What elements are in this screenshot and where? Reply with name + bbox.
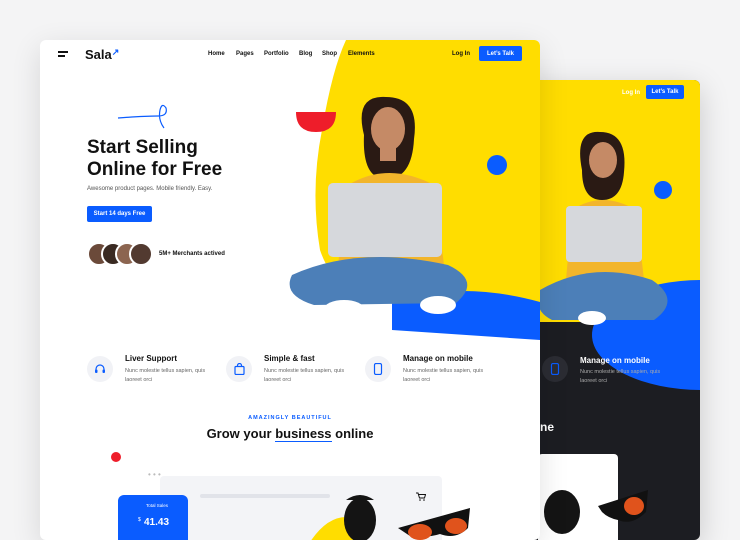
merchant-avatars bbox=[87, 242, 157, 266]
menu-icon[interactable] bbox=[58, 51, 68, 57]
brand-logo[interactable]: Sala↗ bbox=[85, 47, 119, 62]
feature-description: Nunc molestie tellus sapien, quis laoree… bbox=[125, 368, 206, 383]
mobile-icon bbox=[365, 356, 391, 382]
feature-description: Nunc molestie tellus sapien, quis laoree… bbox=[264, 368, 345, 383]
merchant-count: 5M+ Merchants actived bbox=[159, 251, 225, 257]
squiggle-decoration bbox=[117, 104, 167, 129]
sunglasses-image bbox=[311, 495, 470, 540]
nav-elements[interactable]: Elements bbox=[348, 51, 375, 57]
widget-value: 41.43 bbox=[144, 517, 170, 528]
landing-page-preview-card: Sala↗ Home Pages Portfolio Blog Shop Ele… bbox=[40, 40, 540, 540]
headset-icon bbox=[87, 356, 113, 382]
hero-title: Start Selling Online for Free bbox=[87, 137, 223, 180]
login-link[interactable]: Log In bbox=[622, 90, 640, 96]
nav-shop[interactable]: Shop bbox=[322, 51, 337, 57]
currency-symbol: $ bbox=[138, 517, 141, 523]
start-free-trial-button[interactable]: Start 14 days Free bbox=[87, 206, 152, 222]
feature-title: Simple & fast bbox=[264, 354, 315, 363]
section-eyebrow: AMAZINGLY BEAUTIFUL bbox=[248, 415, 332, 421]
shopping-bag-icon bbox=[226, 356, 252, 382]
lets-talk-button[interactable]: Let’s Talk bbox=[646, 85, 684, 99]
nav-portfolio[interactable]: Portfolio bbox=[264, 51, 289, 57]
feature-title: Manage on mobile bbox=[403, 354, 473, 363]
feature-description: Nunc molestie tellus sapien, quis laoree… bbox=[403, 368, 484, 383]
sunglasses-image bbox=[544, 490, 648, 534]
red-dot bbox=[111, 452, 121, 462]
lets-talk-button[interactable]: Let’s Talk bbox=[479, 46, 522, 61]
section-title-fragment: ne bbox=[540, 420, 555, 434]
login-link[interactable]: Log In bbox=[452, 51, 470, 57]
hero-subtitle: Awesome product pages. Mobile friendly. … bbox=[87, 186, 213, 192]
mobile-icon bbox=[542, 356, 568, 382]
nav-blog[interactable]: Blog bbox=[299, 51, 312, 57]
woman-with-laptop-image bbox=[537, 131, 668, 325]
nav-pages[interactable]: Pages bbox=[236, 51, 254, 57]
feature-description: Nunc molestie tellus sapien, quis laoree… bbox=[580, 369, 661, 384]
nav-home[interactable]: Home bbox=[208, 51, 225, 57]
widget-label: Total Sales bbox=[146, 503, 169, 508]
woman-with-laptop-image bbox=[289, 96, 468, 318]
feature-title: Liver Support bbox=[125, 354, 178, 363]
section-title: Grow your business online bbox=[206, 426, 374, 442]
feature-title: Manage on mobile bbox=[580, 356, 650, 365]
window-dots: • • • bbox=[148, 470, 161, 479]
total-sales-widget: Total Sales $ 41.43 bbox=[118, 495, 188, 540]
avatar bbox=[129, 242, 153, 266]
